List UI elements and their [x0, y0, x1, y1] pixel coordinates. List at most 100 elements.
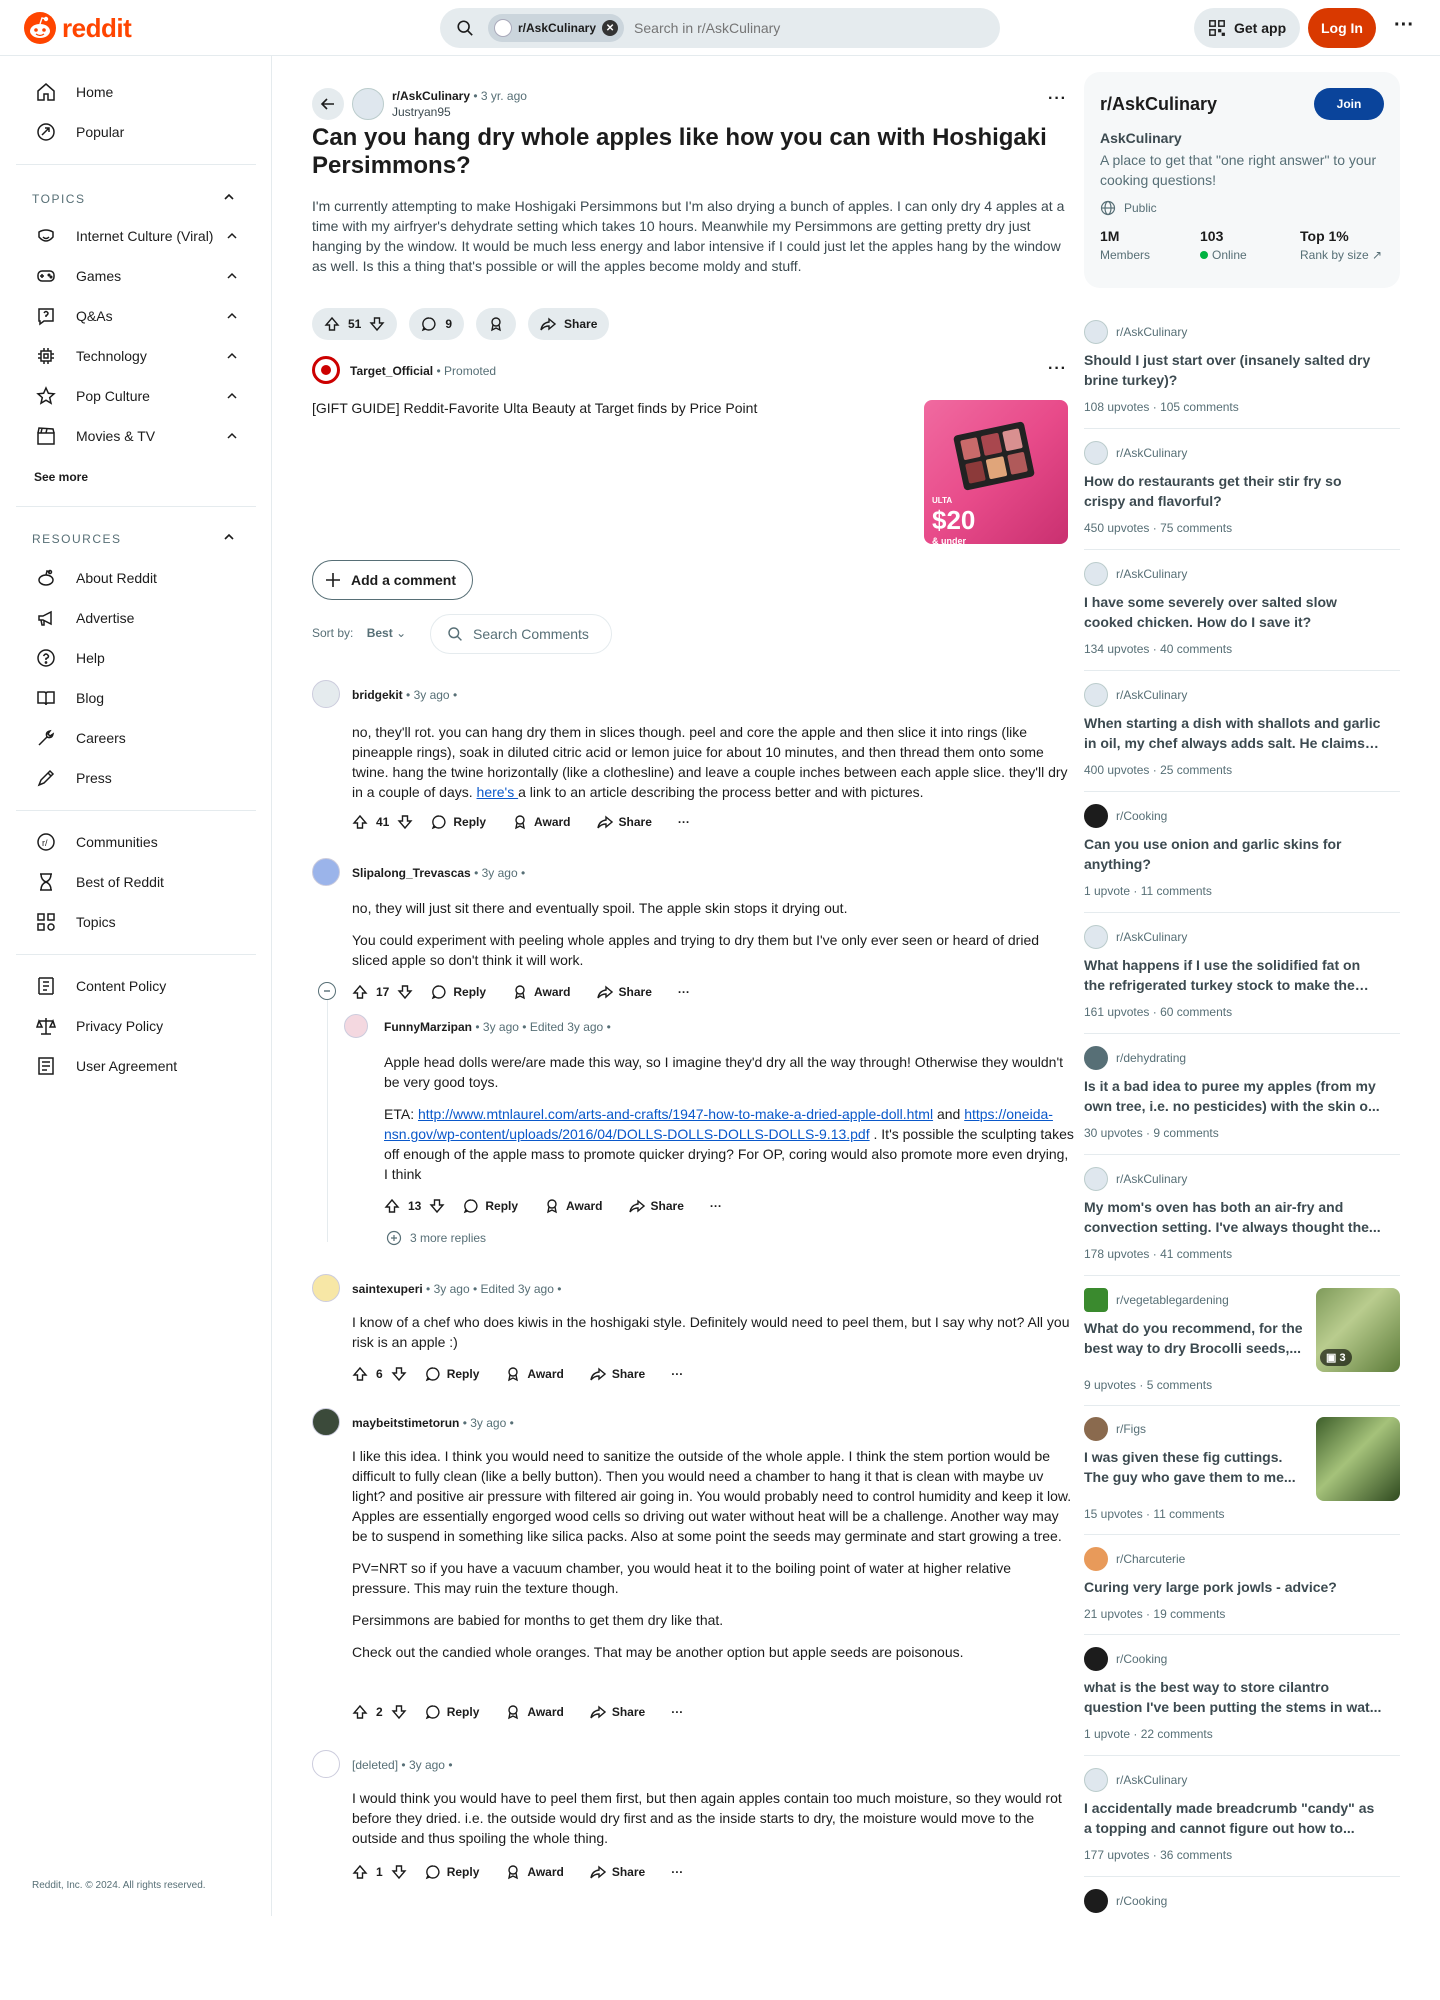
upvote-icon[interactable]: [352, 1704, 368, 1720]
comment-author[interactable]: bridgekit: [352, 688, 403, 702]
promoted-image[interactable]: ULTA $20 & under: [924, 400, 1068, 544]
chevron-up-icon[interactable]: [222, 190, 236, 204]
related-post[interactable]: r/AskCulinary I have some severely over …: [1084, 562, 1400, 662]
comment-author[interactable]: maybeitstimetorun: [352, 1416, 459, 1430]
related-subreddit[interactable]: r/AskCulinary: [1116, 1773, 1187, 1787]
see-more-link[interactable]: See more: [34, 470, 88, 484]
topic-pop-culture[interactable]: Pop Culture: [16, 376, 256, 416]
related-title[interactable]: What do you recommend, for the best way …: [1084, 1318, 1304, 1358]
award-button[interactable]: Award: [505, 1366, 564, 1382]
comment-options-icon[interactable]: ···: [678, 815, 690, 829]
comment-options-icon[interactable]: ···: [671, 1705, 683, 1719]
search-bar[interactable]: r/AskCulinary ✕: [440, 8, 1000, 48]
nav-communities[interactable]: r/ Communities: [16, 822, 256, 862]
topic-technology[interactable]: Technology: [16, 336, 256, 376]
topic-games[interactable]: Games: [16, 256, 256, 296]
nav-home[interactable]: Home: [16, 72, 256, 112]
related-post[interactable]: r/dehydrating Is it a bad idea to puree …: [1084, 1046, 1400, 1146]
chevron-down-icon[interactable]: ⌄: [396, 626, 406, 640]
related-title[interactable]: What happens if I use the solidified fat…: [1084, 955, 1384, 995]
related-post[interactable]: r/Figs I was given these fig cuttings. T…: [1084, 1417, 1400, 1527]
comment-author[interactable]: FunnyMarzipan: [384, 1020, 472, 1034]
related-post[interactable]: r/AskCulinary Should I just start over (…: [1084, 320, 1400, 420]
resource-advertise[interactable]: Advertise: [16, 598, 256, 638]
related-post[interactable]: r/vegetablegardening What do you recomme…: [1084, 1288, 1400, 1398]
user-avatar[interactable]: [312, 1274, 340, 1302]
related-title[interactable]: Can you use onion and garlic skins for a…: [1084, 834, 1384, 874]
reply-button[interactable]: Reply: [425, 1704, 479, 1720]
nav-privacy-policy[interactable]: Privacy Policy: [16, 1006, 256, 1046]
post-subreddit-link[interactable]: r/AskCulinary: [392, 89, 470, 103]
post-options-icon[interactable]: ···: [1048, 90, 1067, 108]
nav-topics[interactable]: Topics: [16, 902, 256, 942]
related-title[interactable]: When starting a dish with shallots and g…: [1084, 713, 1384, 753]
share-button[interactable]: Share: [590, 1864, 645, 1880]
user-avatar[interactable]: [344, 1014, 368, 1038]
user-avatar[interactable]: [312, 858, 340, 886]
login-button[interactable]: Log In: [1308, 8, 1376, 48]
promoted-post[interactable]: Target_Official • Promoted ··· [GIFT GUI…: [312, 356, 1072, 556]
downvote-icon[interactable]: [391, 1864, 407, 1880]
share-button[interactable]: Share: [596, 984, 652, 1000]
related-subreddit[interactable]: r/vegetablegardening: [1116, 1293, 1229, 1307]
reply-button[interactable]: Reply: [431, 814, 486, 830]
award-button[interactable]: Award: [505, 1704, 564, 1720]
comment-options-icon[interactable]: ···: [678, 985, 690, 999]
subreddit-search-chip[interactable]: r/AskCulinary ✕: [488, 14, 625, 42]
related-subreddit[interactable]: r/Cooking: [1116, 809, 1167, 823]
article-link[interactable]: here's: [477, 784, 519, 800]
search-input[interactable]: [634, 20, 935, 36]
related-subreddit[interactable]: r/Cooking: [1116, 1894, 1167, 1908]
reply-button[interactable]: Reply: [425, 1864, 479, 1880]
related-post[interactable]: r/AskCulinary My mom's oven has both an …: [1084, 1167, 1400, 1267]
nav-popular[interactable]: Popular: [16, 112, 256, 152]
apple-doll-link[interactable]: http://www.mtnlaurel.com/arts-and-crafts…: [418, 1106, 933, 1122]
related-subreddit[interactable]: r/dehydrating: [1116, 1051, 1186, 1065]
user-avatar[interactable]: [312, 1408, 340, 1436]
external-link-icon[interactable]: ↗: [1369, 248, 1382, 262]
related-subreddit[interactable]: r/Figs: [1116, 1422, 1146, 1436]
community-title[interactable]: r/AskCulinary: [1100, 94, 1217, 115]
downvote-icon[interactable]: [397, 984, 413, 1000]
sort-dropdown[interactable]: Best: [367, 626, 393, 640]
related-thumbnail[interactable]: ▣ 3: [1316, 1288, 1400, 1372]
related-post[interactable]: r/AskCulinary What happens if I use the …: [1084, 925, 1400, 1025]
chevron-up-icon[interactable]: [222, 530, 236, 544]
related-title[interactable]: I have some severely over salted slow co…: [1084, 592, 1384, 632]
downvote-icon[interactable]: [429, 1198, 445, 1214]
upvote-icon[interactable]: [352, 814, 368, 830]
upvote-icon[interactable]: [324, 316, 340, 332]
related-subreddit[interactable]: r/AskCulinary: [1116, 446, 1187, 460]
topic-internet-culture[interactable]: Internet Culture (Viral): [16, 216, 256, 256]
related-subreddit[interactable]: r/Charcuterie: [1116, 1552, 1185, 1566]
related-title[interactable]: My mom's oven has both an air-fry and co…: [1084, 1197, 1384, 1237]
reddit-logo[interactable]: reddit: [24, 12, 132, 44]
related-title[interactable]: what is the best way to store cilantro q…: [1084, 1677, 1384, 1717]
related-subreddit[interactable]: r/AskCulinary: [1116, 688, 1187, 702]
user-avatar[interactable]: [312, 680, 340, 708]
related-post[interactable]: r/AskCulinary I accidentally made breadc…: [1084, 1768, 1400, 1868]
award-button[interactable]: Award: [544, 1198, 603, 1214]
share-button[interactable]: Share: [590, 1704, 645, 1720]
upvote-icon[interactable]: [352, 1864, 368, 1880]
share-button[interactable]: Share: [590, 1366, 645, 1382]
nav-best-of-reddit[interactable]: Best of Reddit: [16, 862, 256, 902]
related-subreddit[interactable]: r/AskCulinary: [1116, 930, 1187, 944]
related-subreddit[interactable]: r/AskCulinary: [1116, 1172, 1187, 1186]
promo-options-icon[interactable]: ···: [1048, 360, 1067, 378]
comments-button[interactable]: 9: [409, 308, 465, 340]
reply-button[interactable]: Reply: [463, 1198, 518, 1214]
comment-options-icon[interactable]: ···: [671, 1367, 683, 1381]
subreddit-avatar[interactable]: [352, 88, 384, 120]
upvote-icon[interactable]: [352, 984, 368, 1000]
comment-options-icon[interactable]: ···: [671, 1865, 683, 1879]
get-app-button[interactable]: Get app: [1194, 8, 1301, 48]
award-button[interactable]: Award: [505, 1864, 564, 1880]
clear-chip-icon[interactable]: ✕: [602, 20, 619, 36]
resource-press[interactable]: Press: [16, 758, 256, 798]
resource-careers[interactable]: Careers: [16, 718, 256, 758]
related-post[interactable]: r/Cooking what is the best way to store …: [1084, 1647, 1400, 1747]
search-comments-field[interactable]: Search Comments: [430, 614, 612, 654]
related-subreddit[interactable]: r/AskCulinary: [1116, 325, 1187, 339]
upvote-icon[interactable]: [352, 1366, 368, 1382]
